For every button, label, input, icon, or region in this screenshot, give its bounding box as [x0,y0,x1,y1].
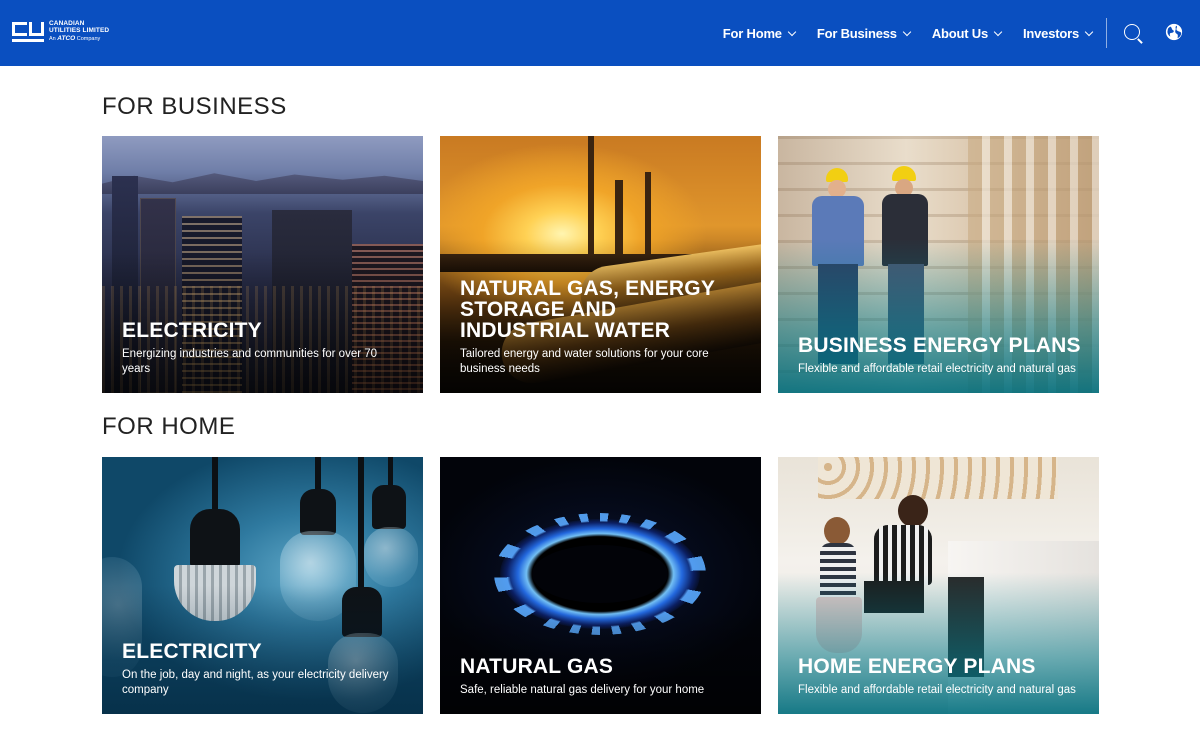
nav-divider [1106,18,1107,48]
section-title-for-home: FOR HOME [102,413,236,440]
nav-for-business-label: For Business [816,25,897,41]
card-title: HOME ENERGY PLANS [798,655,1036,678]
card-home-electricity[interactable]: ELECTRICITY On the job, day and night, a… [102,457,423,714]
section-title-for-business: FOR BUSINESS [102,93,287,120]
cu-logo-mark [12,20,45,42]
card-text: ELECTRICITY Energizing industries and co… [122,320,405,377]
chevron-down-icon [993,27,1003,36]
card-description: Flexible and affordable retail electrici… [798,684,1076,696]
card-description: On the job, day and night, as your elect… [122,669,389,696]
canadian-utilities-logo[interactable]: CANADIAN UTILITIES LIMITED An ATCO Compa… [12,18,109,44]
card-home-energy-plans[interactable]: HOME ENERGY PLANS Flexible and affordabl… [778,457,1099,714]
card-business-electricity[interactable]: ELECTRICITY Energizing industries and co… [102,136,423,393]
nav-about-us-label: About Us [931,25,988,41]
card-description: Energizing industries and communities fo… [122,348,378,375]
card-description: Safe, reliable natural gas delivery for … [460,684,705,696]
card-title: NATURAL GAS, ENERGY STORAGE AND INDUSTRI… [460,277,715,342]
top-navigation-bar: CANADIAN UTILITIES LIMITED An ATCO Compa… [0,0,1200,66]
search-icon[interactable] [1123,23,1143,44]
nav-for-home[interactable]: For Home [722,25,797,41]
card-text: HOME ENERGY PLANS Flexible and affordabl… [798,656,1081,698]
nav-about-us[interactable]: About Us [931,25,1003,41]
card-text: NATURAL GAS Safe, reliable natural gas d… [460,656,743,698]
card-business-natural-gas[interactable]: NATURAL GAS, ENERGY STORAGE AND INDUSTRI… [440,136,761,393]
card-title: NATURAL GAS [460,655,614,678]
logo-text: CANADIAN UTILITIES LIMITED An ATCO Compa… [49,20,109,43]
card-title: ELECTRICITY [122,640,262,663]
card-home-natural-gas[interactable]: NATURAL GAS Safe, reliable natural gas d… [440,457,761,714]
card-text: BUSINESS ENERGY PLANS Flexible and affor… [798,335,1081,377]
card-description: Tailored energy and water solutions for … [460,348,709,375]
card-business-energy-plans[interactable]: BUSINESS ENERGY PLANS Flexible and affor… [778,136,1099,393]
nav-investors[interactable]: Investors [1022,25,1094,41]
chevron-down-icon [1084,27,1094,36]
logo-line-1: CANADIAN [49,19,85,27]
globe-icon[interactable] [1165,23,1185,43]
logo-line-3: An ATCO Company [49,34,101,42]
card-text: ELECTRICITY On the job, day and night, a… [122,641,405,698]
logo-line-2: UTILITIES LIMITED [49,26,110,34]
card-title: ELECTRICITY [122,319,262,342]
card-text: NATURAL GAS, ENERGY STORAGE AND INDUSTRI… [460,278,743,377]
nav-for-business[interactable]: For Business [816,25,912,41]
card-title: BUSINESS ENERGY PLANS [798,334,1081,357]
card-description: Flexible and affordable retail electrici… [798,363,1076,375]
nav-investors-label: Investors [1022,25,1079,41]
chevron-down-icon [787,27,797,36]
nav-for-home-label: For Home [722,25,782,41]
main-nav: For Home For Business About Us Investors [723,0,1200,66]
chevron-down-icon [902,27,912,36]
